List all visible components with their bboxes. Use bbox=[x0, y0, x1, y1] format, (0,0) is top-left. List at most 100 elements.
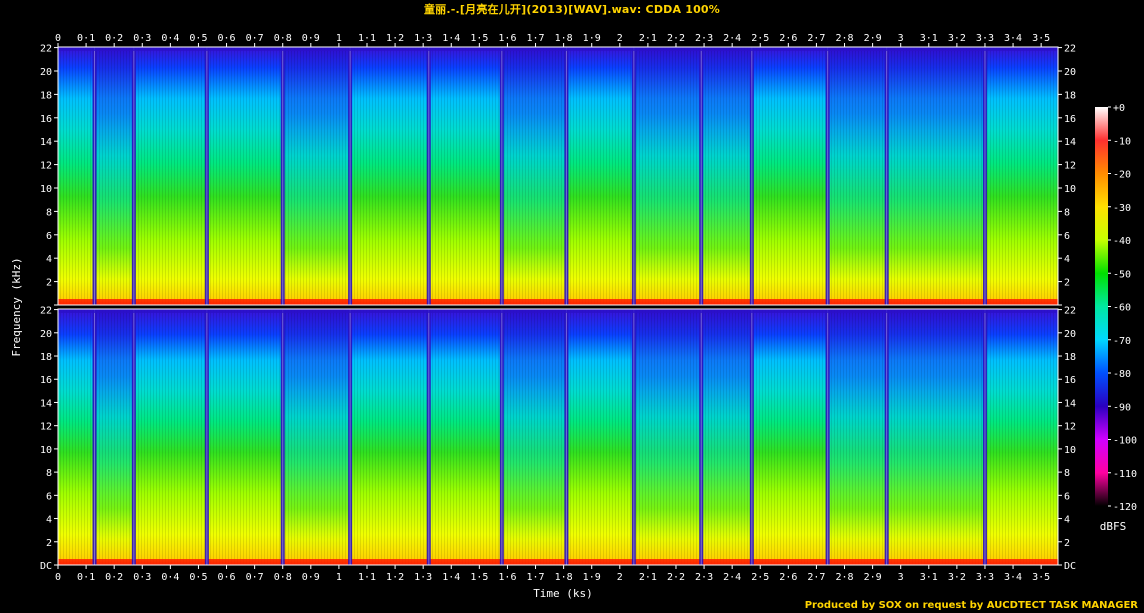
track-gap-line bbox=[751, 47, 753, 305]
x-tick-label-bottom: 0·9 bbox=[302, 572, 320, 583]
y-tick-label-left: 4 bbox=[46, 515, 52, 526]
y-tick-label-left: 10 bbox=[40, 184, 52, 195]
y-tick-label-left: 18 bbox=[40, 352, 52, 363]
y-tick-label-right: 10 bbox=[1064, 184, 1076, 195]
x-tick-label-bottom: 2·1 bbox=[639, 572, 657, 583]
track-gap-line bbox=[133, 47, 135, 305]
y-tick-label-right: 18 bbox=[1064, 90, 1076, 101]
x-tick-label-bottom: 2·6 bbox=[779, 572, 797, 583]
colorbar-tick-label: -110 bbox=[1113, 469, 1137, 480]
x-tick-label-bottom: 3·4 bbox=[1004, 572, 1022, 583]
y-tick-label-left: 8 bbox=[46, 207, 52, 218]
colorbar-tick-label: -70 bbox=[1113, 336, 1131, 347]
colorbar-tick-label: -20 bbox=[1113, 170, 1131, 181]
x-tick-label-bottom: 3 bbox=[898, 572, 904, 583]
y-tick-label-right: 16 bbox=[1064, 375, 1076, 386]
x-tick-label-bottom: 1·8 bbox=[555, 572, 573, 583]
y-tick-label-right: 2 bbox=[1064, 278, 1070, 289]
x-tick-label-top: 2·6 bbox=[779, 33, 797, 44]
x-tick-label-top: 2·2 bbox=[667, 33, 685, 44]
track-gap-line bbox=[984, 309, 986, 565]
x-tick-label-top: 3·3 bbox=[976, 33, 994, 44]
y-tick-label-left: 8 bbox=[46, 468, 52, 479]
nyquist-band bbox=[58, 47, 1058, 51]
track-gap-line bbox=[349, 309, 351, 565]
y-tick-label-left: 14 bbox=[40, 137, 52, 148]
x-tick-label-top: 1 bbox=[336, 33, 342, 44]
y-tick-label-left: 16 bbox=[40, 375, 52, 386]
x-tick-label-top: 1·9 bbox=[583, 33, 601, 44]
x-axis-label: Time (ks) bbox=[533, 587, 593, 600]
colorbar-tick-label: -80 bbox=[1113, 369, 1131, 380]
x-tick-label-bottom: 0·8 bbox=[274, 572, 292, 583]
colorbar-gradient bbox=[1095, 107, 1108, 506]
track-gap-line bbox=[428, 309, 430, 565]
x-tick-label-bottom: 2·9 bbox=[864, 572, 882, 583]
x-tick-label-top: 1·7 bbox=[526, 33, 544, 44]
x-tick-label-top: 0 bbox=[55, 33, 61, 44]
track-gap-line bbox=[633, 47, 635, 305]
y-tick-label-right: 22 bbox=[1064, 306, 1076, 317]
x-tick-label-top: 2 bbox=[617, 33, 623, 44]
x-tick-label-bottom: 0 bbox=[55, 572, 61, 583]
footer-credit: Produced by SOX on request by AUCDTECT T… bbox=[804, 600, 1138, 611]
y-tick-label-right: 6 bbox=[1064, 491, 1070, 502]
x-tick-label-bottom: 1·9 bbox=[583, 572, 601, 583]
track-gap-line bbox=[984, 47, 986, 305]
x-tick-label-top: 0·7 bbox=[246, 33, 264, 44]
colorbar: +0 -10 -20 -30 -40 -50 -60 -70 -80 -90 -100 -110 -12… bbox=[1095, 103, 1137, 513]
x-tick-label-top: 2·4 bbox=[723, 33, 741, 44]
track-gap-line bbox=[633, 309, 635, 565]
y-tick-label-left: 16 bbox=[40, 114, 52, 125]
x-tick-label-top: 0·1 bbox=[77, 33, 95, 44]
x-tick-label-bottom: 3·3 bbox=[976, 572, 994, 583]
x-tick-label-bottom: 1 bbox=[336, 572, 342, 583]
x-tick-label-top: 0·8 bbox=[274, 33, 292, 44]
x-tick-label-top: 0·3 bbox=[133, 33, 151, 44]
x-tick-label-bottom: 2 bbox=[617, 572, 623, 583]
track-gap-line bbox=[133, 309, 135, 565]
y-tick-label-left: 10 bbox=[40, 445, 52, 456]
x-tick-label-bottom: 1·4 bbox=[442, 572, 460, 583]
y-tick-label-right: DC bbox=[1064, 561, 1076, 572]
x-tick-label-bottom: 1·2 bbox=[386, 572, 404, 583]
colorbar-tick-label: -90 bbox=[1113, 402, 1131, 413]
x-tick-label-bottom: 2·5 bbox=[751, 572, 769, 583]
spectrogram-upper-channel bbox=[57, 46, 1059, 306]
colorbar-tick-label: -120 bbox=[1113, 502, 1137, 513]
y-axis-label: Frequency (kHz) bbox=[10, 257, 23, 356]
x-tick-label-bottom: 0·3 bbox=[133, 572, 151, 583]
y-tick-label-right: 12 bbox=[1064, 422, 1076, 433]
track-gap-line bbox=[94, 47, 96, 305]
x-tick-label-top: 0·4 bbox=[161, 33, 179, 44]
x-tick-label-top: 1·8 bbox=[555, 33, 573, 44]
x-tick-label-bottom: 1·6 bbox=[498, 572, 516, 583]
y-tick-label-left: 12 bbox=[40, 422, 52, 433]
spectrogram-lower-channel bbox=[57, 308, 1059, 566]
y-tick-label-right: 20 bbox=[1064, 329, 1076, 340]
track-gap-line bbox=[751, 309, 753, 565]
x-tick-label-top: 1·6 bbox=[498, 33, 516, 44]
y-tick-label-left: 22 bbox=[40, 44, 52, 55]
x-tick-label-bottom: 3·5 bbox=[1032, 572, 1050, 583]
y-tick-label-left: 2 bbox=[46, 538, 52, 549]
colorbar-tick-label: -50 bbox=[1113, 269, 1131, 280]
x-tick-label-bottom: 0·4 bbox=[161, 572, 179, 583]
x-tick-label-top: 2·1 bbox=[639, 33, 657, 44]
track-gap-line bbox=[886, 47, 888, 305]
x-tick-label-bottom: 2·7 bbox=[807, 572, 825, 583]
y-tick-label-right: 2 bbox=[1064, 538, 1070, 549]
x-tick-label-bottom: 1·5 bbox=[470, 572, 488, 583]
x-tick-label-top: 1·5 bbox=[470, 33, 488, 44]
track-gap-line bbox=[700, 47, 702, 305]
y-tick-label-left: 22 bbox=[40, 306, 52, 317]
x-tick-label-bottom: 0·2 bbox=[105, 572, 123, 583]
spectrogram-chart: 0 0 0·1 0·1 0·2 0·2 0·3 0·3 0·4 0·4 0·5 0·5 0·6 0·6 0·… bbox=[10, 33, 1137, 600]
colorbar-tick-label: -10 bbox=[1113, 136, 1131, 147]
x-tick-label-bottom: 0·5 bbox=[189, 572, 207, 583]
track-gap-line bbox=[501, 47, 503, 305]
track-gap-line bbox=[282, 309, 284, 565]
x-tick-label-top: 3·2 bbox=[948, 33, 966, 44]
colorbar-tick-label: -40 bbox=[1113, 236, 1131, 247]
x-tick-label-bottom: 2·8 bbox=[835, 572, 853, 583]
